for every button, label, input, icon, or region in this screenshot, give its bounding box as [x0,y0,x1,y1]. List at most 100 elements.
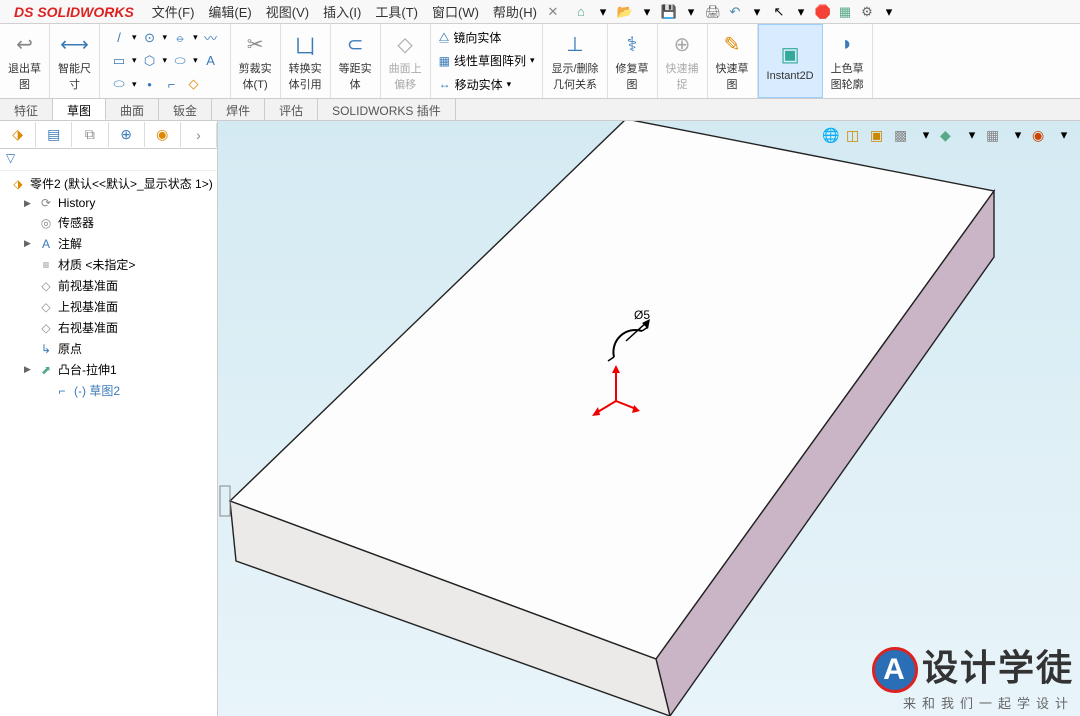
open-icon[interactable]: 📂 [617,4,633,20]
tree-material[interactable]: ≡材质 <未指定> [0,254,217,275]
smart-dimension-button[interactable]: ⟷ 智能尺 寸 [50,24,100,98]
tree-front-plane[interactable]: ◇前视基准面 [0,275,217,296]
tree-right-plane[interactable]: ◇右视基准面 [0,317,217,338]
rebuild-icon[interactable]: 🛑 [815,4,831,20]
menu-insert[interactable]: 插入(I) [317,0,367,23]
move-button[interactable]: ↔移动实体▾ [439,76,535,93]
undo-icon[interactable]: ↶ [727,4,743,20]
expand-icon[interactable]: ▶ [24,238,34,249]
view-filter-icon[interactable]: ▦ [986,127,1004,145]
repair-button[interactable]: ⚕ 修复草 图 [608,24,658,98]
tab-sheetmetal[interactable]: 钣金 [159,99,212,120]
view-box2-icon[interactable]: ▣ [870,127,888,145]
side-tab-display[interactable]: ◉ [145,122,181,147]
convert-button[interactable]: ⼐ 转换实 体引用 [281,24,331,98]
tree-top-plane[interactable]: ◇上视基准面 [0,296,217,317]
offset-label: 等距实 体 [339,60,372,92]
tree-extrude[interactable]: ▶⬈凸台-拉伸1 [0,359,217,380]
feature-tree: ⬗零件2 (默认<<默认>_显示状态 1>) ▶⟳History ◎传感器 ▶A… [0,171,217,403]
display-delete-button[interactable]: ⊥ 显示/删除 几何关系 [543,24,607,98]
quick-snap-label: 快速捕 捉 [666,60,699,92]
view-drop3-icon[interactable]: ▾ [1010,127,1026,143]
trim-button[interactable]: ✂ 剪裁实 体(T) [231,24,281,98]
menu-tools[interactable]: 工具(T) [369,0,424,23]
command-toolbar: ↩ 退出草 图 ⟷ 智能尺 寸 /▾ ⊙▾ ⦵▾ 〰 ▭▾ ⬡▾ ⬭▾ A ⬭▾… [0,24,1080,99]
print-icon[interactable]: 🖨 [705,4,721,20]
contour-button[interactable]: ◗ 上色草 图轮廓 [823,24,873,98]
tab-eval[interactable]: 评估 [265,99,318,120]
rect-icon[interactable]: ▭ [110,52,128,70]
view-drop1-icon[interactable]: ▾ [918,127,934,143]
viewport[interactable]: Ø5 🌐 ◫ ▣ ▩ ▾ ◆ ▾ ▦ ▾ ◉ ▾ A设计学徒 来和我们一起学设计 [218,121,1080,716]
options-icon[interactable]: ▦ [837,4,853,20]
home-icon[interactable]: ⌂ [573,4,589,20]
tree-history[interactable]: ▶⟳History [0,194,217,212]
spline-icon[interactable]: 〰 [202,29,220,47]
filter-row[interactable]: ▽ [0,149,217,171]
menu-view[interactable]: 视图(V) [260,0,315,23]
tab-weld[interactable]: 焊件 [212,99,265,120]
tree-annotation[interactable]: ▶A注解 [0,233,217,254]
settings-dropdown-icon[interactable]: ▾ [881,4,897,20]
view-drop2-icon[interactable]: ▾ [964,127,980,143]
settings-icon[interactable]: ⚙ [859,4,875,20]
tab-feature[interactable]: 特征 [0,99,53,120]
side-tab-property[interactable]: ▤ [36,122,72,147]
exit-sketch-button[interactable]: ↩ 退出草 图 [0,24,50,98]
tree-origin[interactable]: ↳原点 [0,338,217,359]
side-tab-more[interactable]: › [181,123,217,147]
fillet-icon[interactable]: ⌐ [163,75,181,93]
plane-icon: ◇ [38,279,54,293]
undo-dropdown-icon[interactable]: ▾ [749,4,765,20]
linear-pattern-button[interactable]: ▦线性草图阵列▾ [439,52,535,69]
tree-root[interactable]: ⬗零件2 (默认<<默认>_显示状态 1>) [0,173,217,194]
tree-sketch2[interactable]: ⌐(-) 草图2 [0,380,217,401]
dimension-label: Ø5 [634,308,650,322]
mirror-button[interactable]: ⧋镜向实体 [439,29,535,46]
extrude-icon: ⬈ [38,363,54,377]
menu-edit[interactable]: 编辑(E) [202,0,257,23]
arc-icon[interactable]: ⦵ [171,29,189,47]
save-dropdown-icon[interactable]: ▾ [683,4,699,20]
view-scene-icon[interactable]: ▩ [894,127,912,145]
tab-plugin[interactable]: SOLIDWORKS 插件 [318,99,456,120]
select-icon[interactable]: ↖ [771,4,787,20]
model-notch [220,486,230,516]
tab-surface[interactable]: 曲面 [106,99,159,120]
view-world-icon[interactable]: 🌐 [822,127,840,145]
instant2d-button[interactable]: ▣ Instant2D [758,24,823,98]
menu-help[interactable]: 帮助(H) [487,0,543,23]
slot-icon[interactable]: ⬭ [110,75,128,93]
view-box1-icon[interactable]: ◫ [846,127,864,145]
quick-sketch-button[interactable]: ✎ 快速草 图 [708,24,758,98]
view-drop4-icon[interactable]: ▾ [1056,127,1072,143]
surface-offset-label: 曲面上 偏移 [389,60,422,92]
tree-sensor[interactable]: ◎传感器 [0,212,217,233]
offset-button[interactable]: ⊂ 等距实 体 [331,24,381,98]
side-tab-dimxpert[interactable]: ⊕ [109,122,145,147]
expand-icon[interactable]: ▶ [24,364,34,375]
plane-icon[interactable]: ◇ [185,75,203,93]
logo-name: SOLIDWORKS [37,4,133,20]
view-appearance-icon[interactable]: ◆ [940,127,958,145]
point-icon[interactable]: • [141,75,159,93]
save-icon[interactable]: 💾 [661,4,677,20]
expand-icon[interactable]: ▶ [24,198,34,209]
repair-icon: ⚕ [618,30,646,58]
polygon-icon[interactable]: ⬡ [141,52,159,70]
search-icon[interactable]: ✕ [545,4,561,20]
tab-sketch[interactable]: 草图 [53,99,106,120]
ellipse-icon[interactable]: ⬭ [171,52,189,70]
view-display-icon[interactable]: ◉ [1032,127,1050,145]
select-dropdown-icon[interactable]: ▾ [793,4,809,20]
menu-window[interactable]: 窗口(W) [426,0,485,23]
side-tab-config[interactable]: ⧉ [72,122,108,147]
circle-icon[interactable]: ⊙ [141,29,159,47]
line-icon[interactable]: / [110,29,128,47]
text-icon[interactable]: A [202,52,220,70]
menu-file[interactable]: 文件(F) [146,0,201,23]
open-dropdown-icon[interactable]: ▾ [639,4,655,20]
side-tabs: ⬗ ▤ ⧉ ⊕ ◉ › [0,121,217,149]
new-icon[interactable]: ▾ [595,4,611,20]
side-tab-tree[interactable]: ⬗ [0,122,36,147]
